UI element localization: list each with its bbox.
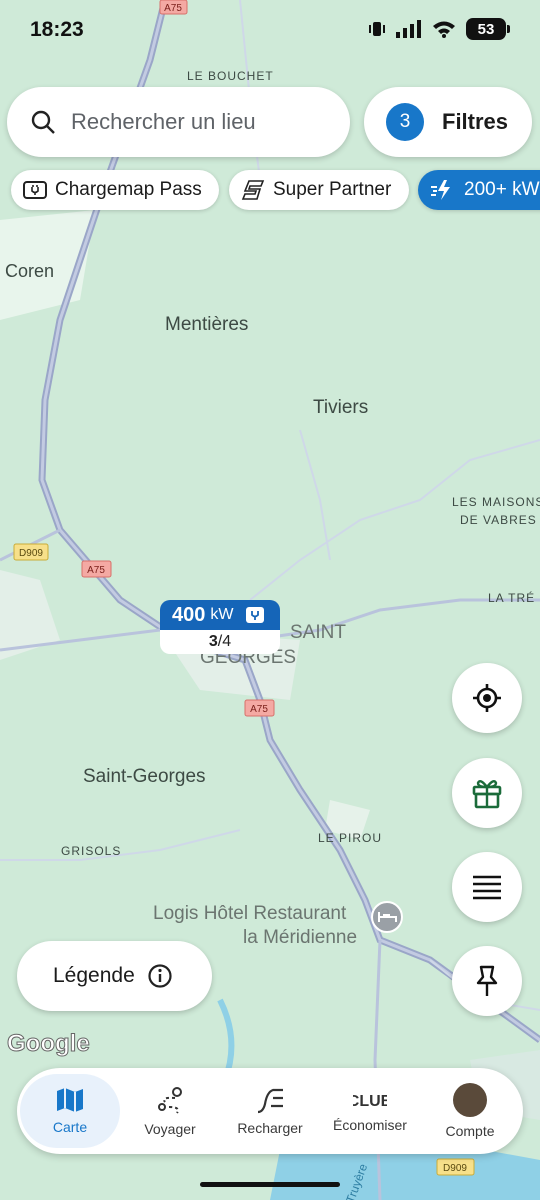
nav-label: Économiser: [333, 1117, 407, 1133]
chip-label: 200+ kW: [464, 179, 540, 200]
road-label-a75: A75: [87, 565, 105, 576]
chip-label: Super Partner: [273, 179, 392, 200]
status-icons: 53: [368, 18, 510, 40]
chip-200kw[interactable]: 200+ kW: [418, 170, 540, 210]
fast-charge-icon: [431, 180, 450, 200]
plug-card-icon: [23, 181, 47, 199]
super-partner-icon: [241, 180, 265, 200]
charging-station-marker[interactable]: 400 kW 3/4: [160, 600, 280, 654]
search-icon: [31, 110, 55, 134]
place-le-pirou: LE PIROU: [318, 831, 382, 845]
google-attribution: Google: [7, 1030, 91, 1058]
marker-power: 400: [172, 603, 206, 626]
nav-label: Compte: [445, 1123, 495, 1139]
avatar: [453, 1083, 487, 1117]
place-saint: SAINT: [290, 622, 346, 643]
marker-available: 3: [208, 633, 218, 650]
chip-label: Chargemap Pass: [55, 179, 202, 200]
nav-label: Voyager: [144, 1121, 196, 1137]
vibrate-icon: [369, 22, 385, 36]
nav-label: Carte: [52, 1119, 88, 1135]
route-icon: [158, 1087, 182, 1114]
place-le-bouchet: LE BOUCHET: [187, 69, 274, 83]
marker-power-bar: 400 kW: [160, 600, 280, 630]
locate-me-button[interactable]: [452, 663, 522, 733]
hotel-poi-icon: [371, 901, 403, 933]
chip-chargemap-pass[interactable]: Chargemap Pass: [11, 170, 219, 210]
nav-item-economiser[interactable]: CLUB Économiser: [320, 1074, 420, 1148]
map-icon: [57, 1088, 83, 1112]
menu-lines-icon: [473, 875, 501, 900]
nav-item-compte[interactable]: Compte: [420, 1074, 520, 1148]
place-grisols: GRISOLS: [61, 844, 121, 858]
club-icon: CLUB: [353, 1093, 387, 1110]
filters-button[interactable]: 3 Filtres: [364, 87, 532, 157]
nav-item-recharger[interactable]: Recharger: [220, 1074, 320, 1148]
svg-text:CLUB: CLUB: [353, 1093, 387, 1110]
legend-label: Légende: [53, 964, 135, 987]
legend-button[interactable]: Légende: [17, 941, 212, 1011]
place-de-vabres: DE VABRES: [460, 513, 537, 527]
marker-availability: 3/4: [160, 630, 280, 654]
status-bar: 18:23 53: [0, 0, 540, 64]
place-les-maisons: LES MAISONS: [452, 495, 540, 509]
nav-item-carte[interactable]: Carte: [20, 1074, 120, 1148]
road-label-d909: D909: [19, 548, 43, 559]
crosshair-icon: [473, 684, 501, 712]
bottom-nav: Carte Voyager Recharger CLUB Économiser …: [17, 1068, 523, 1154]
battery-indicator: 53: [466, 18, 510, 40]
wifi-icon: [433, 21, 455, 38]
search-bar[interactable]: Rechercher un lieu: [7, 87, 350, 157]
chip-super-partner[interactable]: Super Partner: [229, 170, 409, 210]
place-saint-georges: Saint-Georges: [83, 766, 206, 787]
home-indicator: [200, 1182, 340, 1187]
layers-menu-button[interactable]: [452, 852, 522, 922]
poi-hotel-name-2: la Méridienne: [243, 927, 357, 948]
road-label-a75: A75: [250, 704, 268, 715]
poi-hotel-name: Logis Hôtel Restaurant: [153, 903, 347, 924]
connector-icon: [246, 607, 265, 623]
search-placeholder: Rechercher un lieu: [71, 109, 256, 134]
info-icon: [148, 964, 172, 988]
marker-total: /4: [217, 633, 232, 650]
nav-item-voyager[interactable]: Voyager: [120, 1074, 220, 1148]
filters-count-badge: 3: [386, 103, 424, 141]
pin-icon: [476, 965, 498, 996]
place-mentieres: Mentières: [165, 314, 248, 335]
gift-icon: [472, 780, 502, 809]
place-la-tre: LA TRÉ: [488, 590, 535, 605]
gift-button[interactable]: [452, 758, 522, 828]
cellular-signal-icon: [396, 20, 421, 38]
filters-label: Filtres: [442, 109, 509, 134]
charge-icon: [257, 1088, 283, 1114]
place-coren: Coren: [5, 261, 54, 281]
marker-unit: kW: [210, 606, 234, 623]
nav-label: Recharger: [237, 1120, 303, 1136]
pin-button[interactable]: [452, 946, 522, 1016]
road-label-d909: D909: [443, 1163, 467, 1174]
status-time: 18:23: [30, 18, 84, 41]
place-tiviers: Tiviers: [313, 397, 368, 418]
